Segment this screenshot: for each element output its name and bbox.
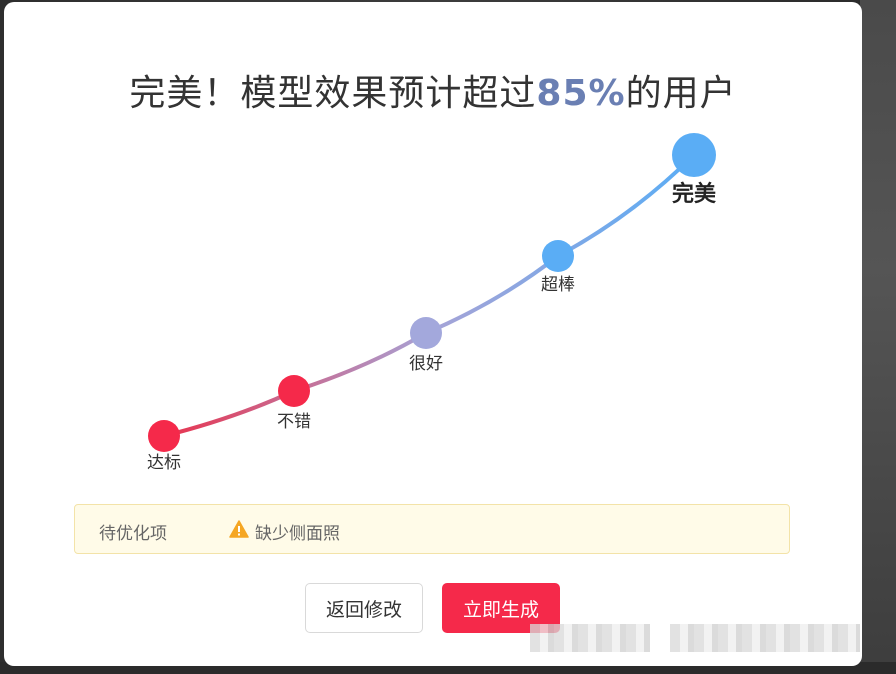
level-chart: 达标 不错 很好 超棒 完美 [147,133,717,473]
result-dialog: 完美！模型效果预计超过85%的用户 达标 不错 很好 超棒 完美 待优化项 缺少侧面照 … [4,2,862,666]
level-label-2: 不错 [277,412,311,432]
level-curve [162,153,696,438]
blurred-background-text [530,624,650,652]
background-page-edge [860,0,896,674]
pending-optimization-bar: 待优化项 缺少侧面照 [74,504,790,554]
level-point-1 [148,420,180,452]
warning-icon [229,520,249,538]
blurred-background-text-2 [670,624,860,652]
level-point-2 [278,375,310,407]
back-edit-button[interactable]: 返回修改 [305,583,423,633]
level-point-3 [410,317,442,349]
level-point-5 [672,133,716,177]
level-point-4 [542,240,574,272]
level-label-3: 很好 [409,354,443,374]
pending-label: 待优化项 [99,524,167,544]
level-label-5: 完美 [672,181,717,207]
level-label-4: 超棒 [541,275,575,295]
level-label-1: 达标 [147,453,181,473]
pending-item-text: 缺少侧面照 [255,524,340,544]
